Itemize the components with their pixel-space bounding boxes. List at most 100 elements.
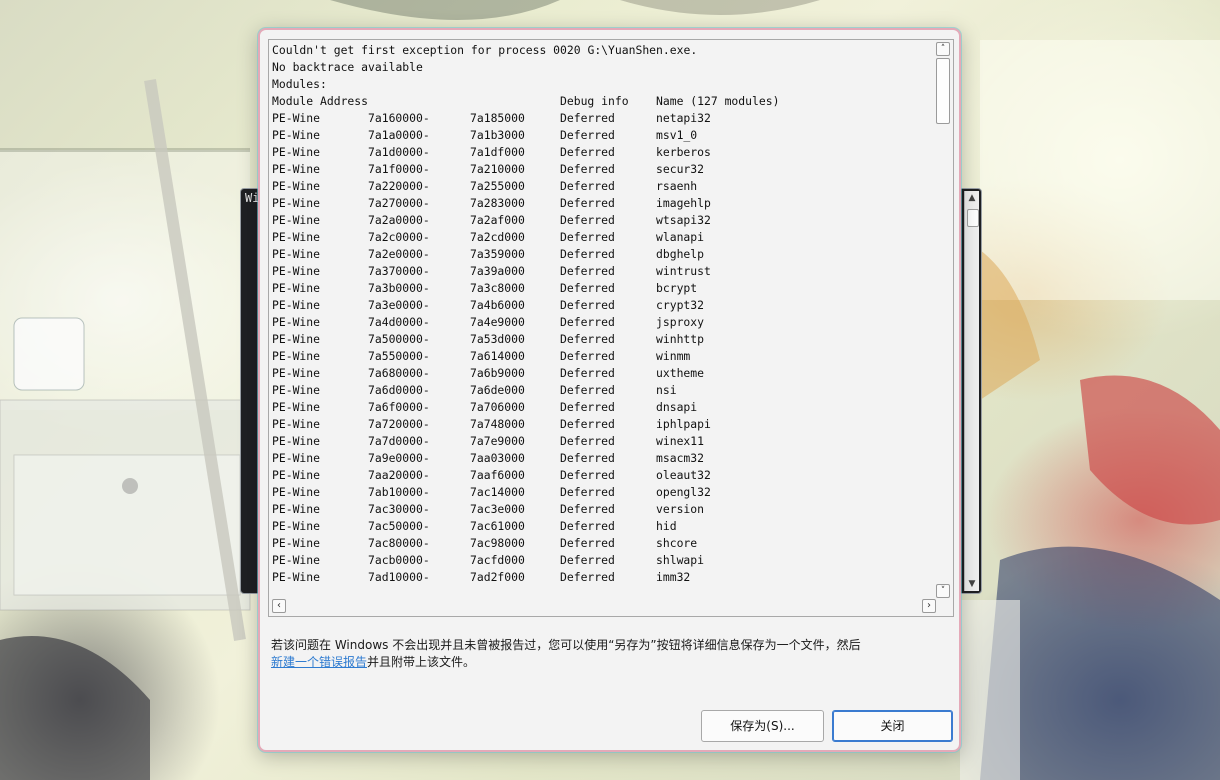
module-end-address: 7aa03000	[470, 451, 525, 465]
chevron-down-icon[interactable]: ˅	[936, 584, 950, 598]
chevron-up-icon[interactable]: ▲	[965, 191, 979, 205]
module-type: PE-Wine	[272, 145, 321, 159]
module-start-address: 7ac30000-	[368, 502, 430, 516]
module-name: hid	[656, 519, 677, 533]
module-debug-info: Deferred	[560, 536, 615, 550]
chevron-up-icon[interactable]: ˄	[936, 42, 950, 56]
module-end-address: 7a4b6000	[470, 298, 525, 312]
scrollbar-thumb[interactable]	[967, 209, 979, 227]
module-start-address: 7aa20000-	[368, 468, 430, 482]
module-end-address: 7a614000	[470, 349, 525, 363]
module-type: PE-Wine	[272, 400, 321, 414]
chevron-left-icon[interactable]: ‹	[272, 599, 286, 613]
module-type: PE-Wine	[272, 111, 321, 125]
module-type: PE-Wine	[272, 196, 321, 210]
module-row: PE-Wine 7ad10000- 7ad2f000 Deferred imm32	[272, 569, 932, 586]
module-end-address: 7a7e9000	[470, 434, 525, 448]
module-type: PE-Wine	[272, 298, 321, 312]
module-end-address: 7a359000	[470, 247, 525, 261]
module-type: PE-Wine	[272, 502, 321, 516]
module-row: PE-Wine 7a7d0000- 7a7e9000 Deferred winex11	[272, 433, 932, 450]
close-button[interactable]: 关闭	[832, 710, 953, 742]
module-row: PE-Wine 7a2c0000- 7a2cd000 Deferred wlanapi	[272, 229, 932, 246]
module-name: wtsapi32	[656, 213, 711, 227]
module-type: PE-Wine	[272, 383, 321, 397]
crash-log-textbox[interactable]: Couldn't get first exception for process…	[268, 39, 954, 617]
module-debug-info: Deferred	[560, 570, 615, 584]
module-name: iphlpapi	[656, 417, 711, 431]
module-debug-info: Deferred	[560, 315, 615, 329]
module-start-address: 7ac50000-	[368, 519, 430, 533]
module-row: PE-Wine 7a6f0000- 7a706000 Deferred dnsapi	[272, 399, 932, 416]
log-horizontal-scrollbar[interactable]: ‹ ›	[270, 598, 937, 615]
module-name: secur32	[656, 162, 705, 176]
module-end-address: 7a53d000	[470, 332, 525, 346]
background-window-scrollbar[interactable]: ▲ ▼	[964, 191, 979, 591]
chevron-down-icon[interactable]: ▼	[965, 577, 979, 591]
module-row: PE-Wine 7ac50000- 7ac61000 Deferred hid	[272, 518, 932, 535]
module-row: PE-Wine 7a550000- 7a614000 Deferred winmm	[272, 348, 932, 365]
log-vertical-scrollbar[interactable]: ˄ ˅	[935, 41, 952, 599]
module-debug-info: Deferred	[560, 366, 615, 380]
module-start-address: 7ad10000-	[368, 570, 430, 584]
vertical-scrollbar-thumb[interactable]	[936, 58, 950, 124]
module-type: PE-Wine	[272, 485, 321, 499]
module-debug-info: Deferred	[560, 417, 615, 431]
module-end-address: 7a283000	[470, 196, 525, 210]
module-row: PE-Wine 7a1d0000- 7a1df000 Deferred kerberos	[272, 144, 932, 161]
column-header-debug-info: Debug info	[560, 94, 629, 108]
module-start-address: 7a7d0000-	[368, 434, 430, 448]
module-debug-info: Deferred	[560, 247, 615, 261]
module-type: PE-Wine	[272, 230, 321, 244]
module-name: shcore	[656, 536, 698, 550]
modules-table-header: Module Address Debug info Name (127 modu…	[272, 93, 932, 110]
module-debug-info: Deferred	[560, 111, 615, 125]
info-message-text: 若该问题在 Windows 不会出现并且未曾被报告过，您可以使用“另存为”按钮将…	[271, 638, 861, 652]
module-row: PE-Wine 7a160000- 7a185000 Deferred netapi32	[272, 110, 932, 127]
module-start-address: 7a6d0000-	[368, 383, 430, 397]
chevron-right-icon[interactable]: ›	[922, 599, 936, 613]
module-row: PE-Wine 7a2a0000- 7a2af000 Deferred wtsapi32	[272, 212, 932, 229]
module-name: kerberos	[656, 145, 711, 159]
module-row: PE-Wine 7a3e0000- 7a4b6000 Deferred crypt32	[272, 297, 932, 314]
column-header-module: Module	[272, 94, 314, 108]
module-start-address: 7a3b0000-	[368, 281, 430, 295]
module-start-address: 7a1d0000-	[368, 145, 430, 159]
module-type: PE-Wine	[272, 349, 321, 363]
module-start-address: 7a1f0000-	[368, 162, 430, 176]
module-start-address: 7ab10000-	[368, 485, 430, 499]
module-name: rsaenh	[656, 179, 698, 193]
module-end-address: 7a706000	[470, 400, 525, 414]
save-as-button[interactable]: 保存为(S)...	[701, 710, 824, 742]
module-start-address: 7a680000-	[368, 366, 430, 380]
module-row: PE-Wine 7a720000- 7a748000 Deferred iphlpapi	[272, 416, 932, 433]
module-row: PE-Wine 7a1a0000- 7a1b3000 Deferred msv1_0	[272, 127, 932, 144]
module-type: PE-Wine	[272, 179, 321, 193]
module-row: PE-Wine 7a9e0000- 7aa03000 Deferred msacm32	[272, 450, 932, 467]
module-name: jsproxy	[656, 315, 705, 329]
module-row: PE-Wine 7a680000- 7a6b9000 Deferred uxtheme	[272, 365, 932, 382]
module-end-address: 7acfd000	[470, 553, 525, 567]
info-message: 若该问题在 Windows 不会出现并且未曾被报告过，您可以使用“另存为”按钮将…	[271, 637, 951, 671]
new-bug-report-link[interactable]: 新建一个错误报告	[271, 655, 367, 669]
module-end-address: 7a210000	[470, 162, 525, 176]
module-debug-info: Deferred	[560, 383, 615, 397]
module-type: PE-Wine	[272, 519, 321, 533]
module-start-address: 7a2c0000-	[368, 230, 430, 244]
module-debug-info: Deferred	[560, 485, 615, 499]
module-end-address: 7a255000	[470, 179, 525, 193]
module-row: PE-Wine 7a4d0000- 7a4e9000 Deferred jsproxy	[272, 314, 932, 331]
module-debug-info: Deferred	[560, 145, 615, 159]
module-debug-info: Deferred	[560, 213, 615, 227]
log-line-exception: Couldn't get first exception for process…	[272, 43, 698, 57]
module-row: PE-Wine 7a220000- 7a255000 Deferred rsaenh	[272, 178, 932, 195]
module-name: winhttp	[656, 332, 705, 346]
module-type: PE-Wine	[272, 281, 321, 295]
module-row: PE-Wine 7aa20000- 7aaf6000 Deferred oleaut32	[272, 467, 932, 484]
module-end-address: 7a185000	[470, 111, 525, 125]
module-name: dnsapi	[656, 400, 698, 414]
module-end-address: 7ac3e000	[470, 502, 525, 516]
module-name: msv1_0	[656, 128, 698, 142]
module-start-address: 7a720000-	[368, 417, 430, 431]
module-debug-info: Deferred	[560, 349, 615, 363]
